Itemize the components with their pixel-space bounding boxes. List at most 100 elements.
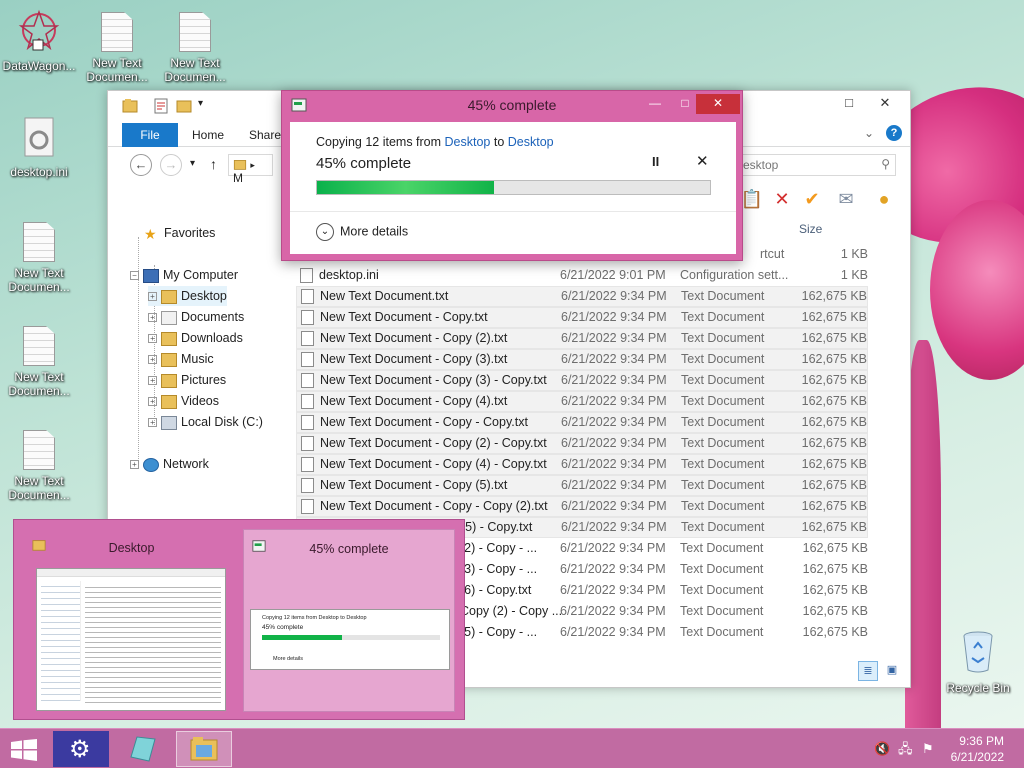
text-document-icon — [101, 12, 133, 52]
expand-icon[interactable]: + — [148, 376, 157, 386]
desktop-icon-label: Recycle Bin — [946, 681, 1010, 695]
desktop-icon-text-doc-5[interactable]: New Text Documen... — [0, 430, 78, 502]
table-row[interactable]: New Text Document - Copy (3).txt 6/21/20… — [296, 349, 868, 370]
action-center-flag-icon[interactable]: ⚑ — [922, 741, 938, 757]
desktop-icon-text-doc-2[interactable]: New Text Documen... — [156, 12, 234, 84]
nav-my-computer[interactable]: − My Computer — [130, 265, 238, 285]
source-link[interactable]: Desktop — [445, 135, 491, 149]
close-button[interactable]: ✕ — [696, 94, 740, 114]
table-row[interactable]: New Text Document - Copy - Copy (2).txt … — [296, 496, 868, 517]
table-row[interactable]: New Text Document - Copy (2) - Copy.txt … — [296, 433, 868, 454]
more-details-toggle[interactable]: ⌄ More details — [316, 223, 408, 241]
search-input[interactable]: esktop ⚲ — [738, 154, 896, 176]
table-row[interactable]: New Text Document - Copy (2).txt 6/21/20… — [296, 328, 868, 349]
table-row[interactable]: New Text Document - Copy (4) - Copy.txt … — [296, 454, 868, 475]
address-separator-icon: ▸ — [250, 160, 255, 170]
nav-pictures[interactable]: + Pictures — [148, 370, 226, 390]
table-row[interactable]: New Text Document - Copy.txt 6/21/2022 9… — [296, 307, 868, 328]
folder-icon — [190, 737, 218, 761]
address-input[interactable]: ▸ M — [228, 154, 273, 185]
quick-access-dropdown-icon[interactable]: ▾ — [198, 98, 203, 109]
nav-music[interactable]: + Music — [148, 349, 214, 369]
expand-icon[interactable]: + — [148, 397, 157, 407]
desktop-icon-text-doc-1[interactable]: New Text Documen... — [78, 12, 156, 84]
details-view-icon[interactable]: ≣ — [858, 661, 878, 681]
stop-button[interactable]: ✕ — [696, 152, 709, 170]
collapse-icon[interactable]: − — [130, 271, 139, 281]
desktop-icon-desktop-ini[interactable]: desktop.ini — [0, 116, 78, 179]
table-row[interactable]: New Text Document - Copy (3) - Copy.txt … — [296, 370, 868, 391]
nav-videos[interactable]: + Videos — [148, 391, 219, 411]
desktop-icon-text-doc-4[interactable]: New Text Documen... — [0, 326, 78, 398]
start-button[interactable] — [0, 731, 48, 767]
nav-favorites[interactable]: ★ Favorites — [144, 223, 215, 243]
taskbar-file-explorer[interactable] — [176, 731, 232, 767]
network-icon — [143, 457, 159, 472]
nav-downloads[interactable]: + Downloads — [148, 328, 243, 348]
tab-home[interactable]: Home — [182, 125, 234, 147]
help-icon[interactable]: ? — [886, 125, 902, 141]
nav-desktop[interactable]: + Desktop — [148, 286, 227, 306]
pictures-icon — [161, 373, 177, 388]
ribbon-expand-icon[interactable]: ⌄ — [864, 126, 874, 140]
file-name: (5) - Copy - ... — [460, 625, 538, 639]
desktop-icon-recycle-bin[interactable]: Recycle Bin — [938, 630, 1018, 695]
file-name: (5) - Copy.txt — [461, 520, 533, 534]
table-row[interactable]: New Text Document - Copy (5).txt 6/21/20… — [296, 475, 868, 496]
delete-icon[interactable]: ✕ — [770, 187, 794, 211]
volume-muted-icon[interactable]: 🔇 — [874, 741, 890, 757]
maximize-button[interactable]: □ — [834, 93, 864, 113]
desktop-icon-label: DataWagon... — [2, 59, 76, 73]
pause-button[interactable]: II — [652, 154, 659, 169]
taskbar-app[interactable] — [114, 731, 170, 767]
table-row[interactable]: New Text Document.txt 6/21/2022 9:34 PM … — [296, 286, 868, 307]
system-clock[interactable]: 9:36 PM 6/21/2022 — [951, 733, 1004, 765]
expand-icon[interactable]: + — [130, 460, 139, 470]
file-type: Text Document — [681, 394, 765, 408]
file-name: New Text Document.txt — [320, 289, 449, 303]
text-document-icon — [301, 331, 314, 347]
expand-icon[interactable]: + — [148, 313, 157, 323]
back-button[interactable]: ← — [130, 154, 152, 176]
nav-label: Favorites — [164, 226, 216, 240]
close-button[interactable]: ✕ — [870, 93, 900, 113]
mail-icon[interactable]: ✉ — [834, 187, 858, 211]
desktop-icon-text-doc-3[interactable]: New Text Documen... — [0, 222, 78, 294]
expand-icon[interactable]: + — [148, 334, 157, 344]
forward-button[interactable]: → — [160, 154, 182, 176]
folder-icon — [122, 99, 138, 113]
tab-file[interactable]: File — [122, 123, 178, 147]
shell-icon[interactable]: ● — [872, 187, 896, 211]
column-header-size[interactable]: Size — [799, 219, 822, 239]
clipboard-icon[interactable]: 📋 — [740, 187, 764, 211]
expand-icon[interactable]: + — [148, 418, 157, 428]
properties-icon[interactable] — [154, 98, 168, 114]
preview-explorer[interactable]: Desktop — [24, 529, 239, 712]
file-date: 6/21/2022 9:34 PM — [561, 415, 667, 429]
table-row[interactable]: New Text Document - Copy (4).txt 6/21/20… — [296, 391, 868, 412]
expand-icon[interactable]: + — [148, 355, 157, 365]
file-type: Text Document — [681, 457, 765, 471]
file-date: 6/21/2022 9:34 PM — [561, 436, 667, 450]
taskbar-settings[interactable]: ⚙ — [53, 731, 109, 767]
desktop-icon-datawagon[interactable]: DataWagon... — [0, 8, 78, 73]
nav-local-disk[interactable]: + Local Disk (C:) — [148, 412, 263, 432]
up-button[interactable]: ↑ — [210, 156, 217, 172]
table-row[interactable]: desktop.ini 6/21/2022 9:01 PM Configurat… — [296, 265, 868, 286]
file-date: 6/21/2022 9:34 PM — [561, 394, 667, 408]
nav-documents[interactable]: + Documents — [148, 307, 244, 327]
large-icons-view-icon[interactable]: ▣ — [882, 661, 902, 681]
preview-copy-dialog[interactable]: 45% complete Copying 12 items from Deskt… — [243, 529, 455, 712]
minimize-button[interactable]: — — [640, 94, 670, 114]
nav-network[interactable]: + Network — [130, 454, 209, 474]
table-row[interactable]: New Text Document - Copy - Copy.txt 6/21… — [296, 412, 868, 433]
desktop-icon-label: New Text Documen... — [86, 56, 148, 84]
new-folder-icon[interactable] — [176, 98, 192, 114]
network-icon[interactable]: 🖧 — [898, 741, 914, 757]
checkmark-icon[interactable]: ✔ — [800, 187, 824, 211]
address-text: M — [233, 171, 243, 186]
recent-locations-icon[interactable]: ▾ — [190, 158, 195, 169]
preview-title: 45% complete — [309, 542, 389, 556]
expand-icon[interactable]: + — [148, 292, 157, 302]
destination-link[interactable]: Desktop — [508, 135, 554, 149]
